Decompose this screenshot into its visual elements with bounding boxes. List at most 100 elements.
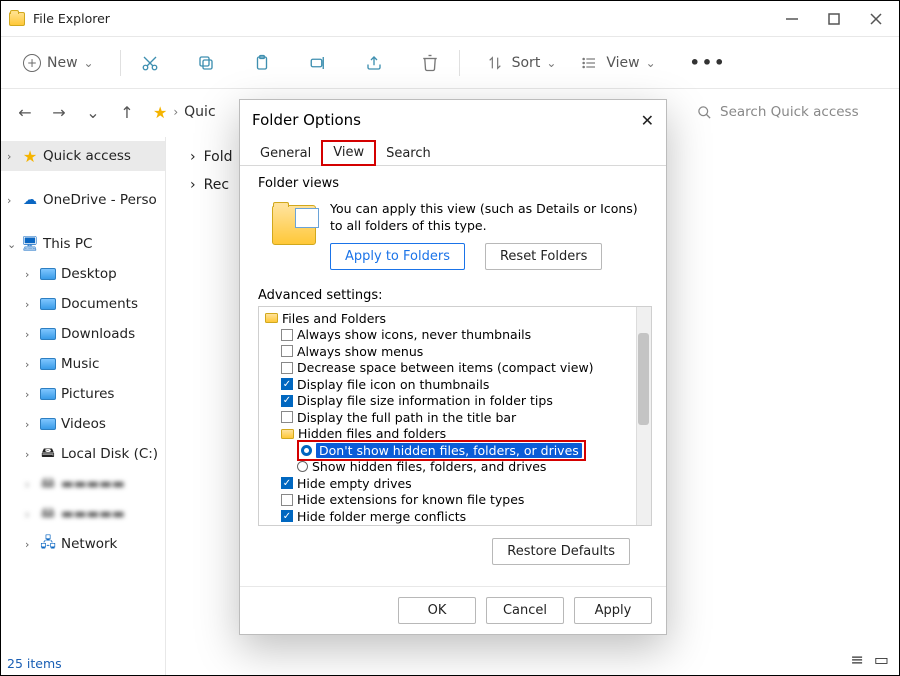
chevron-right-icon: › — [173, 105, 178, 119]
sidebar-item-label: OneDrive - Perso — [43, 192, 157, 208]
dialog-close-button[interactable]: ✕ — [641, 111, 654, 130]
share-icon[interactable] — [363, 52, 385, 74]
tab-search[interactable]: Search — [376, 143, 441, 165]
folder-options-dialog: Folder Options ✕ General View Search Fol… — [239, 99, 667, 635]
separator — [120, 50, 121, 76]
tree-group: Files and Folders — [282, 311, 386, 326]
details-view-icon[interactable]: ≡ — [850, 650, 863, 669]
more-button[interactable]: ••• — [690, 53, 727, 72]
checkbox[interactable] — [281, 329, 293, 341]
new-button[interactable]: + New ⌄ — [15, 50, 102, 76]
tab-general[interactable]: General — [250, 143, 321, 165]
checkbox[interactable] — [281, 345, 293, 357]
close-button[interactable] — [869, 12, 883, 26]
checkbox-checked[interactable]: ✓ — [281, 477, 293, 489]
titlebar: File Explorer — [1, 1, 899, 37]
status-bar: 25 items — [7, 656, 62, 671]
search-placeholder: Search Quick access — [720, 104, 859, 120]
sidebar-item-onedrive[interactable]: ›☁OneDrive - Perso — [1, 185, 165, 215]
sidebar: ›★Quick access ›☁OneDrive - Perso ⌄🖥This… — [1, 137, 166, 675]
advanced-settings-label: Advanced settings: — [258, 288, 652, 303]
restore-defaults-button[interactable]: Restore Defaults — [492, 538, 630, 565]
advanced-settings-list[interactable]: Files and Folders Always show icons, nev… — [258, 306, 652, 526]
sidebar-item-label: Music — [61, 356, 99, 372]
sidebar-item-this-pc[interactable]: ⌄🖥This PC — [1, 229, 165, 259]
sidebar-item-videos[interactable]: ›Videos — [1, 409, 165, 439]
sort-button[interactable]: Sort ⌄ — [478, 50, 563, 76]
sidebar-item-desktop[interactable]: ›Desktop — [1, 259, 165, 289]
folder-icon — [281, 429, 294, 439]
sidebar-item-pictures[interactable]: ›Pictures — [1, 379, 165, 409]
sidebar-item-label: Local Disk (C:) — [61, 446, 158, 462]
folder-icon — [40, 388, 56, 400]
search-input[interactable]: Search Quick access — [689, 97, 889, 127]
cut-icon[interactable] — [139, 52, 161, 74]
radio[interactable] — [297, 461, 308, 472]
highlighted-option: Don't show hidden files, folders, or dri… — [297, 440, 586, 461]
sidebar-item-label: Desktop — [61, 266, 117, 282]
paste-icon[interactable] — [251, 52, 273, 74]
sidebar-item-label: Quick access — [43, 148, 131, 164]
checkbox-checked[interactable]: ✓ — [281, 395, 293, 407]
folder-views-desc: You can apply this view (such as Details… — [330, 201, 648, 235]
scrollbar[interactable] — [636, 307, 651, 525]
breadcrumb: Quic — [184, 104, 215, 120]
sidebar-item-local-disk[interactable]: ›🖴Local Disk (C:) — [1, 439, 165, 469]
history-dropdown[interactable]: ⌄ — [79, 98, 107, 126]
minimize-button[interactable] — [785, 12, 799, 26]
toolbar: + New ⌄ Sort ⌄ View ⌄ ••• — [1, 37, 899, 89]
sidebar-item-downloads[interactable]: ›Downloads — [1, 319, 165, 349]
sidebar-item-label: Pictures — [61, 386, 114, 402]
view-label: View — [606, 55, 639, 71]
folder-icon — [9, 12, 25, 26]
back-button[interactable]: ← — [11, 98, 39, 126]
separator — [459, 50, 460, 76]
checkbox-checked[interactable]: ✓ — [281, 378, 293, 390]
window-title: File Explorer — [33, 11, 110, 26]
folder-icon — [40, 268, 56, 280]
setting-label: Hide empty drives — [297, 476, 412, 491]
forward-button[interactable]: → — [45, 98, 73, 126]
address-bar[interactable]: ★ › Quic — [153, 103, 216, 122]
drive-icon: 🖴 — [39, 443, 57, 466]
sidebar-item-hidden[interactable]: ›🖴▬▬▬▬▬ — [1, 499, 165, 529]
apply-button[interactable]: Apply — [574, 597, 652, 624]
sidebar-item-label: Downloads — [61, 326, 135, 342]
maximize-button[interactable] — [827, 12, 841, 26]
copy-icon[interactable] — [195, 52, 217, 74]
ok-button[interactable]: OK — [398, 597, 476, 624]
sidebar-item-label: Documents — [61, 296, 138, 312]
cancel-button[interactable]: Cancel — [486, 597, 564, 624]
sort-icon — [484, 52, 506, 74]
view-icon — [578, 52, 600, 74]
chevron-down-icon: ⌄ — [84, 56, 94, 70]
folder-icon — [265, 313, 278, 323]
apply-to-folders-button[interactable]: Apply to Folders — [330, 243, 465, 270]
sidebar-item-quick-access[interactable]: ›★Quick access — [1, 141, 165, 171]
sidebar-item-music[interactable]: ›Music — [1, 349, 165, 379]
scrollbar-thumb[interactable] — [638, 333, 649, 425]
delete-icon[interactable] — [419, 52, 441, 74]
sidebar-item-label: This PC — [43, 236, 92, 252]
folder-views-icon — [272, 205, 316, 245]
checkbox[interactable] — [281, 494, 293, 506]
rename-icon[interactable] — [307, 52, 329, 74]
tiles-view-icon[interactable]: ▭ — [874, 650, 889, 669]
sort-label: Sort — [512, 55, 541, 71]
up-button[interactable]: ↑ — [113, 98, 141, 126]
reset-folders-button[interactable]: Reset Folders — [485, 243, 602, 270]
view-button[interactable]: View ⌄ — [572, 50, 661, 76]
sidebar-item-documents[interactable]: ›Documents — [1, 289, 165, 319]
checkbox[interactable] — [281, 362, 293, 374]
folder-icon — [40, 328, 56, 340]
chevron-down-icon: ⌄ — [546, 56, 556, 70]
sidebar-item-hidden[interactable]: ›🖴▬▬▬▬▬ — [1, 469, 165, 499]
plus-icon: + — [23, 54, 41, 72]
setting-label: Hide folder merge conflicts — [297, 509, 466, 524]
sidebar-item-label: Network — [61, 536, 117, 552]
checkbox-checked[interactable]: ✓ — [281, 510, 293, 522]
radio-selected[interactable] — [301, 445, 312, 456]
checkbox[interactable] — [281, 411, 293, 423]
tab-view[interactable]: View — [321, 140, 376, 166]
sidebar-item-network[interactable]: ›🖧Network — [1, 529, 165, 559]
